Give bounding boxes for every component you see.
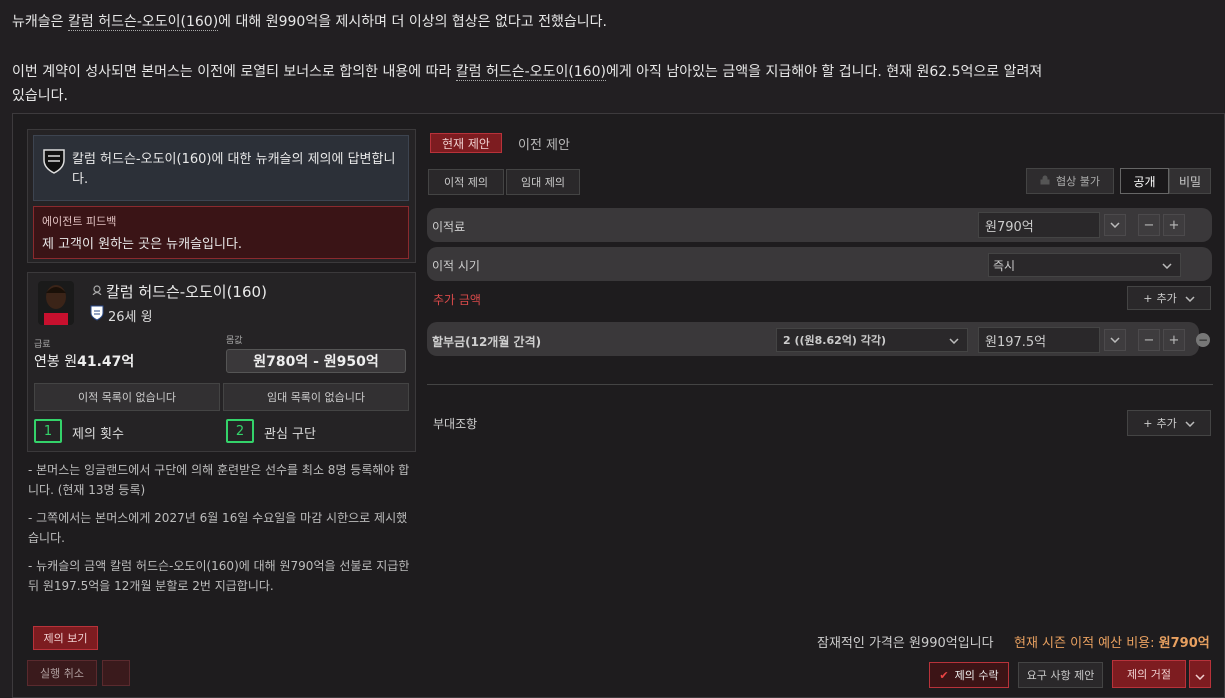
message-line-2: 이번 계약이 성사되면 본머스는 이전에 로열티 보너스로 합의한 내용에 따라… xyxy=(12,64,1043,81)
wage-value: 연봉 원41.47억 xyxy=(34,354,135,370)
clauses-label: 부대조항 xyxy=(433,417,478,431)
player-link[interactable]: 칼럼 허드슨-오도이(160) xyxy=(67,14,219,31)
chevron-down-icon[interactable] xyxy=(1104,329,1126,351)
offers-count: 1 xyxy=(34,419,62,443)
increment-button[interactable]: + xyxy=(1163,214,1185,236)
installments-label: 할부금(12개월 간격) xyxy=(432,335,542,349)
timing-select[interactable]: 즉시 xyxy=(988,253,1181,277)
wage-label: 급료 xyxy=(34,340,51,350)
club-prompt-text: 칼럼 허드슨-오도이(160)에 대한 뉴캐슬의 제의에 답변합니다. xyxy=(72,152,396,187)
player-info: 26세 윙 xyxy=(108,310,153,325)
subtab-transfer-offer[interactable]: 이적 제의 xyxy=(428,169,504,195)
extra-amount-label: 추가 금액 xyxy=(433,293,481,307)
loan-list-button[interactable]: 임대 목록이 없습니다 xyxy=(223,383,409,411)
decrement-button[interactable]: − xyxy=(1138,329,1160,351)
england-crest-icon xyxy=(90,305,104,321)
add-clause-button[interactable]: + 추가 xyxy=(1127,410,1211,436)
plus-icon: + xyxy=(1143,416,1153,430)
lock-icon xyxy=(1040,175,1050,188)
checkmark-icon: ✔ xyxy=(939,668,949,682)
undo-dropdown-button[interactable] xyxy=(102,660,130,686)
non-negotiable-button[interactable]: 협상 불가 xyxy=(1026,168,1114,194)
divider xyxy=(427,384,1213,385)
note-item: - 뉴캐슬의 금액 칼럼 허드슨-오도이(160)에 대해 원790억을 선불로… xyxy=(28,559,410,593)
plus-icon: + xyxy=(1143,291,1153,305)
message-line-3: 있습니다. xyxy=(12,88,68,104)
chevron-down-icon xyxy=(1185,417,1195,430)
subtab-loan-offer[interactable]: 임대 제의 xyxy=(506,169,580,195)
tab-previous-offer[interactable]: 이전 제안 xyxy=(518,134,570,153)
tab-current-offer[interactable]: 현재 제안 xyxy=(430,133,502,153)
private-toggle[interactable]: 비밀 xyxy=(1169,168,1211,194)
player-link[interactable]: 칼럼 허드슨-오도이(160) xyxy=(455,64,606,81)
transfer-list-button[interactable]: 이적 목록이 없습니다 xyxy=(34,383,220,411)
reject-dropdown-button[interactable] xyxy=(1189,660,1211,688)
value-range: 원780억 - 원950억 xyxy=(226,349,406,373)
player-name[interactable]: 칼럼 허드슨-오도이(160) xyxy=(106,281,267,302)
agent-feedback-box: 에이전트 피드백 제 고객이 원하는 곳은 뉴캐슬입니다. xyxy=(33,206,409,259)
reject-offer-button[interactable]: 제의 거절 xyxy=(1112,660,1186,688)
note-item: - 그쪽에서는 본머스에게 2027년 6월 16일 수요일을 마감 시한으로 … xyxy=(28,511,408,545)
club-prompt-box: 칼럼 허드슨-오도이(160)에 대한 뉴캐슬의 제의에 답변합니다. xyxy=(33,135,409,201)
chevron-down-icon[interactable] xyxy=(1104,214,1126,236)
agent-feedback-title: 에이전트 피드백 xyxy=(42,215,117,228)
player-card: 칼럼 허드슨-오도이(160) 26세 윙 급료 연봉 원41.47억 몸값 원… xyxy=(27,272,416,452)
accept-offer-button[interactable]: ✔ 제의 수락 xyxy=(929,662,1009,688)
remove-icon[interactable]: − xyxy=(1196,333,1210,347)
newcastle-crest-icon xyxy=(42,148,66,174)
public-toggle[interactable]: 공개 xyxy=(1120,168,1169,194)
interest-count: 2 xyxy=(226,419,254,443)
undo-button[interactable]: 실행 취소 xyxy=(27,660,97,686)
installments-count-select[interactable]: 2 ((원8.62억) 각각) xyxy=(776,328,968,352)
offers-label: 제의 횟수 xyxy=(72,427,124,442)
interest-label: 관심 구단 xyxy=(264,427,316,442)
installments-amount-input[interactable]: 원197.5억 xyxy=(978,327,1100,353)
timing-label: 이적 시기 xyxy=(432,259,480,273)
increment-button[interactable]: + xyxy=(1163,329,1185,351)
note-item: - 본머스는 잉글랜드에서 구단에 의해 훈련받은 선수를 최소 8명 등록해야… xyxy=(28,463,410,497)
chevron-down-icon xyxy=(1195,665,1205,684)
budget-text: 현재 시즌 이적 예산 비용: 원790억 xyxy=(1014,636,1210,651)
chevron-down-icon xyxy=(1162,258,1172,272)
fee-input[interactable]: 원790억 xyxy=(978,212,1100,238)
propose-demands-button[interactable]: 요구 사항 제안 xyxy=(1018,662,1103,688)
person-icon xyxy=(92,285,102,298)
valuation-text: 잠재적인 가격은 원990억입니다 xyxy=(817,636,994,651)
player-avatar xyxy=(38,281,74,325)
decrement-button[interactable]: − xyxy=(1138,214,1160,236)
value-label: 몸값 xyxy=(226,336,243,346)
agent-feedback-text: 제 고객이 원하는 곳은 뉴캐슬입니다. xyxy=(42,237,243,252)
chevron-down-icon xyxy=(949,334,959,347)
message-line-1: 뉴캐슬은 칼럼 허드슨-오도이(160)에 대해 원990억을 제시하며 더 이… xyxy=(12,14,607,31)
fee-label: 이적료 xyxy=(432,220,466,234)
chevron-down-icon xyxy=(1185,292,1195,305)
view-offer-button[interactable]: 제의 보기 xyxy=(33,626,98,650)
add-extra-button[interactable]: + 추가 xyxy=(1127,286,1211,310)
